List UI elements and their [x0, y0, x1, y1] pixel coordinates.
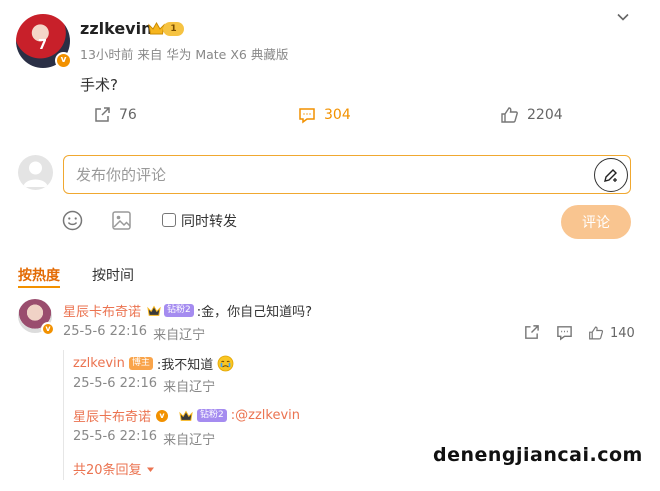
crown-icon [179, 410, 193, 421]
reply-meta: 25-5-6 22:16 来自辽宁 [73, 429, 215, 448]
share-icon [95, 107, 110, 122]
comment-date: 25-5-6 22:16 [63, 324, 148, 339]
comment-text: :金，你自己知道吗? [196, 305, 313, 320]
thumbs-up-icon [501, 107, 518, 123]
comment-icon [299, 108, 315, 124]
ai-write-button[interactable] [594, 158, 628, 192]
pen-sparkle-icon [604, 169, 617, 182]
comment-header: 星辰卡布奇诺 钻粉2 :金，你自己知道吗? [63, 301, 312, 320]
caret-down-icon [146, 467, 154, 472]
reply-text[interactable]: :@zzlkevin [231, 408, 300, 423]
share-count: 76 [119, 107, 137, 123]
comment-meta: 25-5-6 22:16 来自辽宁 [63, 324, 205, 343]
avatar-jersey-number: 7 [38, 38, 48, 53]
reply-author[interactable]: zzlkevin [73, 356, 125, 371]
repost-label: 同时转发 [181, 214, 237, 230]
more-replies-link[interactable]: 共20条回复 [73, 459, 155, 478]
tab-sort-time[interactable]: 按时间 [92, 265, 134, 285]
crown-icon [147, 305, 161, 316]
share-button[interactable]: 76 [93, 104, 137, 126]
share-icon[interactable] [523, 324, 540, 341]
verified-badge-icon: v [55, 52, 72, 69]
thumbs-up-icon [589, 326, 604, 340]
submit-comment-button[interactable]: 评论 [561, 205, 631, 239]
member-level-badge: 1 [163, 22, 184, 36]
reply-location: 来自辽宁 [163, 380, 216, 395]
repost-checkbox[interactable] [162, 213, 176, 227]
tab-sort-hot[interactable]: 按热度 [18, 265, 60, 285]
reply-item: 星辰卡布奇诺 v 钻粉2 :@zzlkevin [73, 406, 300, 425]
comment-author[interactable]: 星辰卡布奇诺 [63, 301, 141, 320]
comment-count: 304 [324, 107, 351, 123]
crying-emoji-icon [217, 355, 234, 372]
fan-level-badge: 钻粉2 [197, 409, 227, 422]
post-text: 手术? [80, 76, 118, 94]
reply-meta: 25-5-6 22:16 来自辽宁 [73, 376, 215, 395]
verified-badge-icon: v [155, 408, 170, 423]
host-badge: 博主 [128, 357, 153, 370]
chevron-down-icon[interactable] [616, 10, 630, 24]
reply-author[interactable]: 星辰卡布奇诺 [73, 406, 151, 425]
comment-like-count: 140 [610, 325, 635, 341]
like-button[interactable]: 2204 [500, 104, 563, 126]
verified-badge-icon: v [41, 322, 55, 336]
comment-location: 来自辽宁 [153, 328, 206, 343]
comment-like-button[interactable]: 140 [588, 324, 635, 342]
comment-input[interactable] [63, 155, 631, 194]
reply-date: 25-5-6 22:16 [73, 429, 158, 444]
reply-location: 来自辽宁 [163, 433, 216, 448]
like-count: 2204 [527, 107, 563, 123]
post-meta: 13小时前 来自 华为 Mate X6 典藏版 [80, 47, 289, 62]
reply-text: :我不知道 [156, 358, 214, 373]
current-user-avatar [18, 155, 53, 190]
post-author-name[interactable]: zzlkevin [80, 19, 152, 38]
image-icon[interactable] [111, 210, 132, 231]
comment-button[interactable]: 304 [298, 104, 351, 126]
fan-level-badge: 钻粉2 [164, 304, 194, 317]
more-replies-label: 共20条回复 [73, 463, 142, 478]
active-tab-indicator [18, 286, 60, 288]
emoji-icon[interactable] [62, 210, 83, 231]
watermark-text: denengjiancai.com [433, 444, 643, 466]
reply-date: 25-5-6 22:16 [73, 376, 158, 391]
reply-item: zzlkevin 博主 :我不知道 [73, 354, 234, 373]
reply-icon[interactable] [556, 324, 573, 341]
